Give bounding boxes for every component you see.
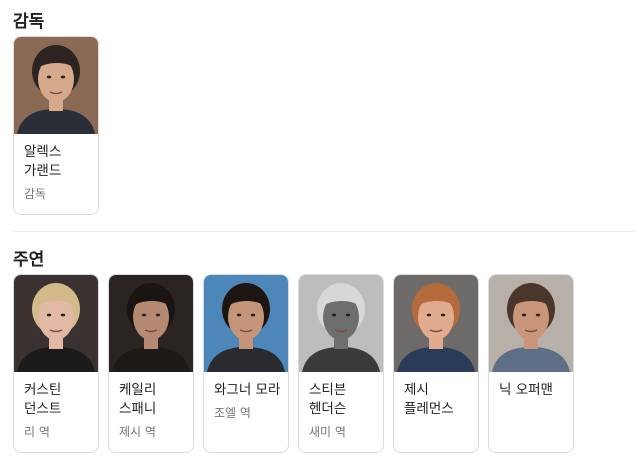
person-photo bbox=[204, 275, 288, 372]
card-body: 닉 오퍼맨 bbox=[489, 372, 573, 400]
cast-section: 주연 커스틴 던스트 리 역 케일리 스패니 제시 역 와그너 모라 조엘 역 스티븐 헨더… bbox=[13, 248, 574, 453]
card-body: 케일리 스패니제시 역 bbox=[109, 372, 193, 440]
person-photo-graphic bbox=[394, 275, 478, 372]
card-body: 와그너 모라조엘 역 bbox=[204, 372, 288, 421]
cast-card[interactable]: 커스틴 던스트리 역 bbox=[13, 274, 99, 453]
card-body: 알렉스 가랜드감독 bbox=[14, 134, 98, 202]
section-divider bbox=[13, 231, 635, 232]
person-name: 커스틴 던스트 bbox=[24, 382, 62, 417]
person-photo-graphic bbox=[14, 275, 98, 372]
cast-card[interactable]: 제시 플레먼스 bbox=[393, 274, 479, 453]
person-photo-graphic bbox=[489, 275, 573, 372]
person-name: 와그너 모라 bbox=[214, 382, 281, 398]
cast-card[interactable]: 와그너 모라조엘 역 bbox=[203, 274, 289, 453]
person-photo-graphic bbox=[14, 37, 98, 134]
section-title-director: 감독 bbox=[13, 12, 45, 32]
person-name: 케일리 스패니 bbox=[119, 382, 157, 417]
cast-card[interactable]: 닉 오퍼맨 bbox=[488, 274, 574, 453]
person-role: 제시 역 bbox=[119, 425, 156, 439]
person-photo-graphic bbox=[204, 275, 288, 372]
person-photo bbox=[109, 275, 193, 372]
person-name: 제시 플레먼스 bbox=[404, 382, 454, 417]
person-name: 스티븐 헨더슨 bbox=[309, 382, 347, 417]
card-body: 제시 플레먼스 bbox=[394, 372, 478, 419]
section-title-cast: 주연 bbox=[13, 250, 45, 270]
director-section: 감독 알렉스 가랜드 감독 bbox=[13, 10, 99, 215]
person-role: 감독 bbox=[24, 187, 47, 201]
person-role: 새미 역 bbox=[309, 425, 346, 439]
person-photo-graphic bbox=[299, 275, 383, 372]
person-photo bbox=[14, 37, 98, 134]
director-cards: 알렉스 가랜드감독 bbox=[13, 36, 99, 215]
cast-card[interactable]: 케일리 스패니제시 역 bbox=[108, 274, 194, 453]
person-photo bbox=[299, 275, 383, 372]
person-role: 조엘 역 bbox=[214, 406, 251, 420]
person-photo bbox=[489, 275, 573, 372]
card-body: 커스틴 던스트리 역 bbox=[14, 372, 98, 440]
person-photo bbox=[394, 275, 478, 372]
director-card[interactable]: 알렉스 가랜드감독 bbox=[13, 36, 99, 215]
card-body: 스티븐 헨더슨새미 역 bbox=[299, 372, 383, 440]
person-role: 리 역 bbox=[24, 425, 50, 439]
person-photo bbox=[14, 275, 98, 372]
person-name: 알렉스 가랜드 bbox=[24, 144, 62, 179]
cast-card[interactable]: 스티븐 헨더슨새미 역 bbox=[298, 274, 384, 453]
person-photo-graphic bbox=[109, 275, 193, 372]
person-name: 닉 오퍼맨 bbox=[499, 382, 553, 398]
cast-cards: 커스틴 던스트 리 역 케일리 스패니 제시 역 와그너 모라 조엘 역 스티븐 헨더슨 새미… bbox=[13, 274, 574, 453]
